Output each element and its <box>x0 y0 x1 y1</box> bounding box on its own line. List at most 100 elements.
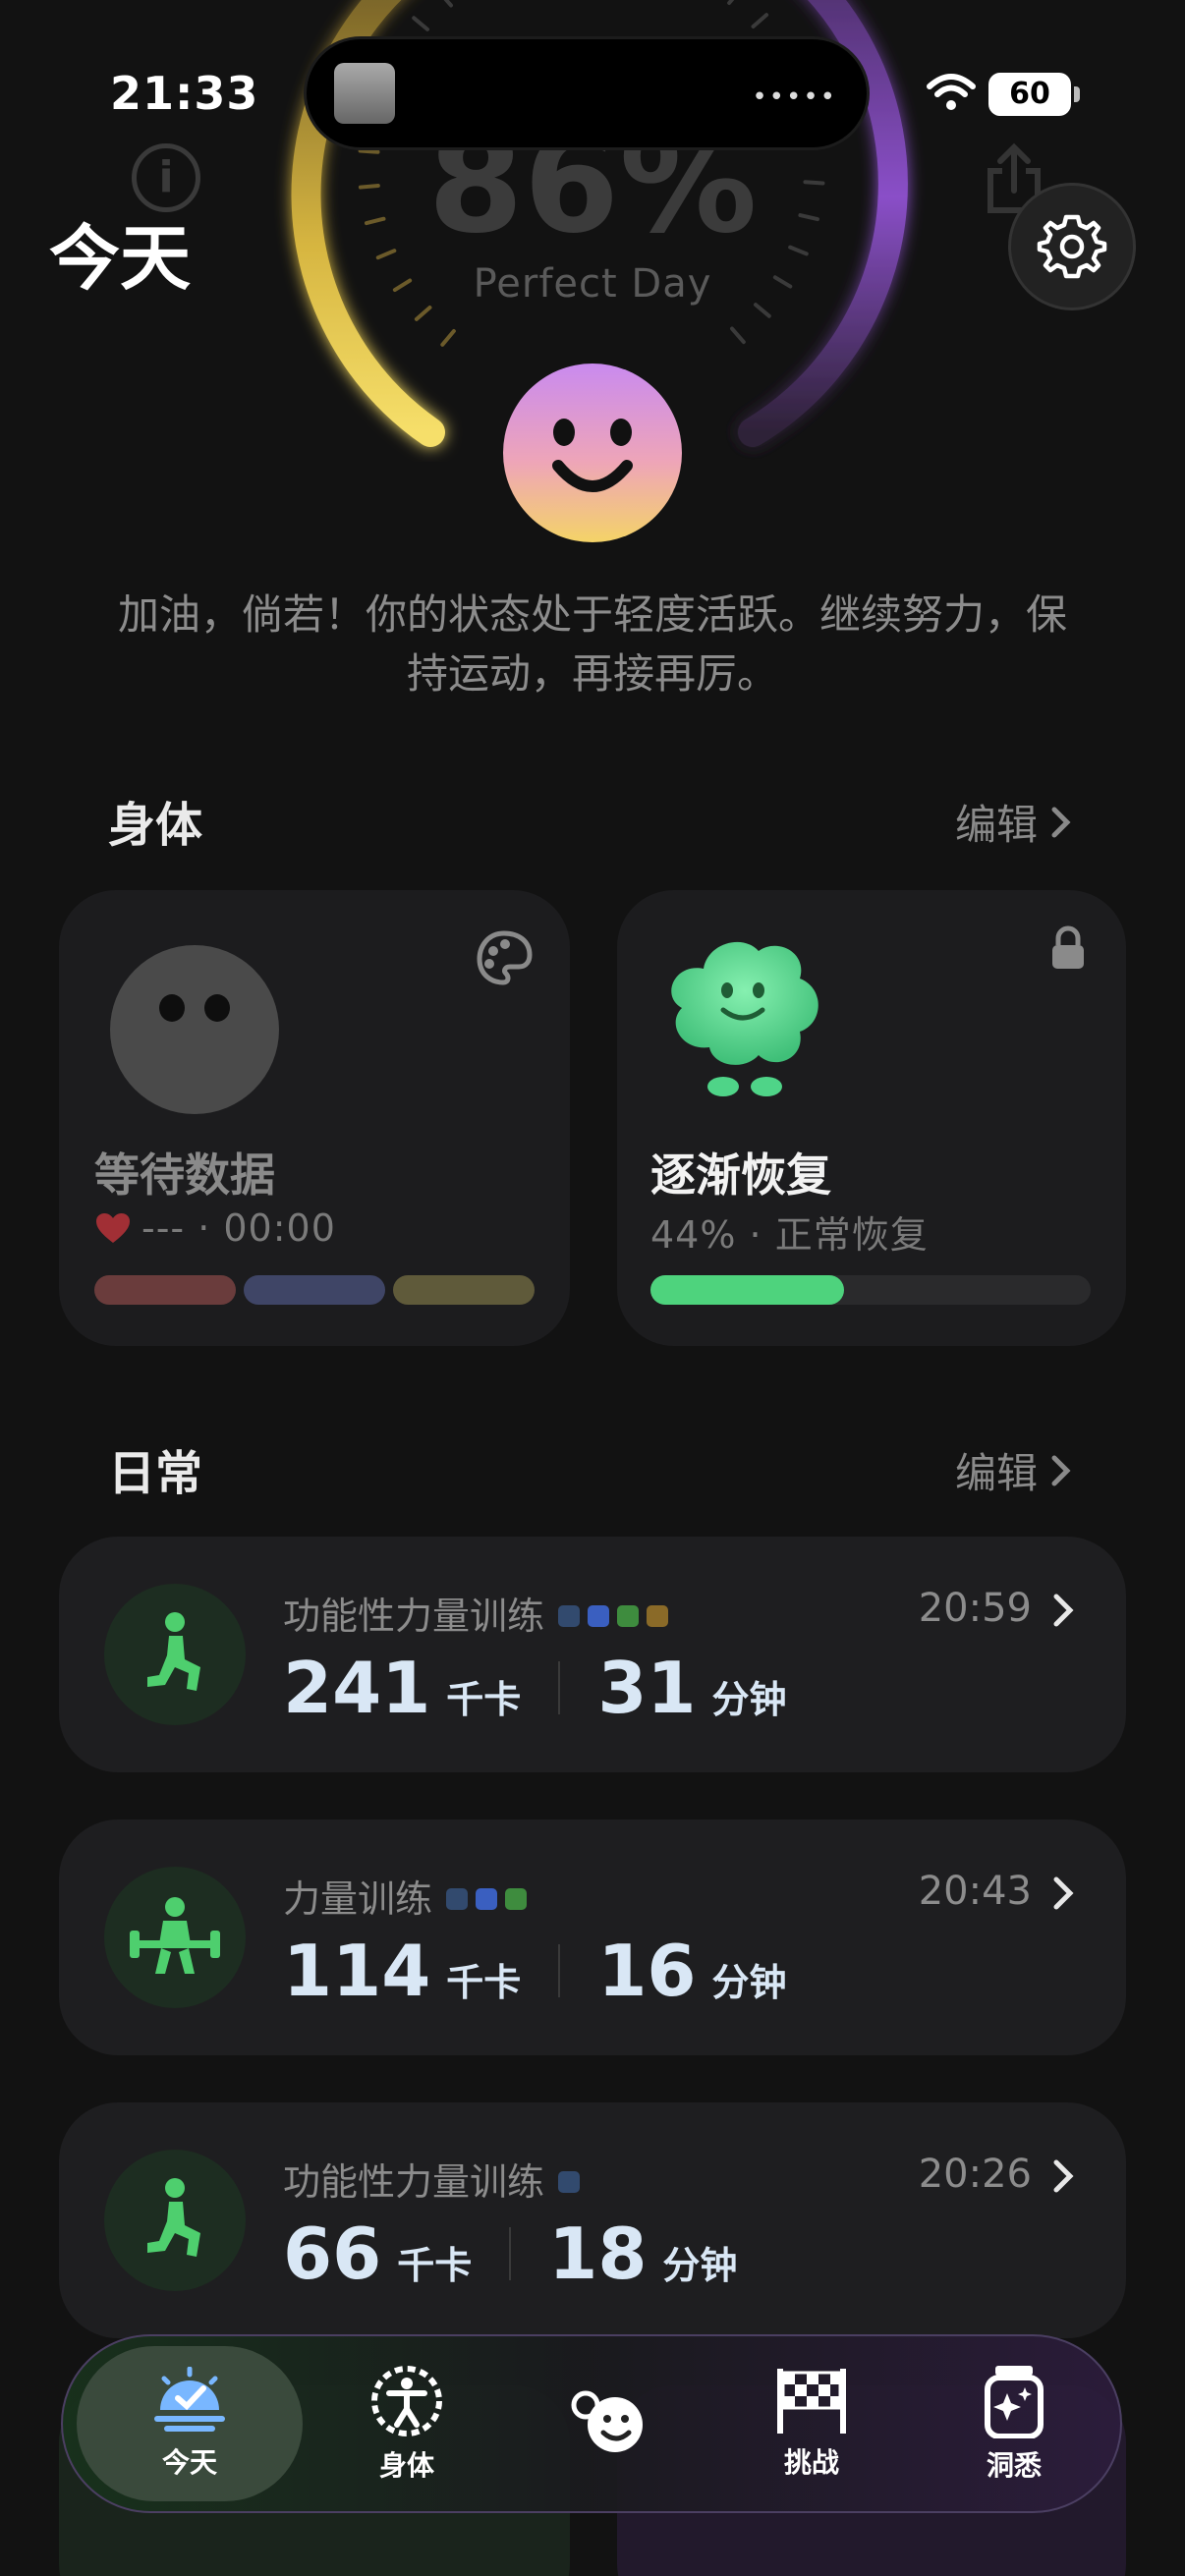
workout-tag <box>476 1887 498 1910</box>
chevron-right-icon <box>1051 807 1071 837</box>
lunge-icon <box>147 2178 200 2257</box>
gauge-tick <box>751 13 769 28</box>
daily-edit-label: 编辑 <box>955 1449 1039 1497</box>
stat-divider <box>509 2227 512 2280</box>
tab-challenge[interactable]: 挑战 <box>713 2336 910 2511</box>
gauge-tick <box>412 16 430 31</box>
status-message: 加油，倘若！你的状态处于轻度活跃。继续努力，保持运动，再接再厉。 <box>117 590 1067 698</box>
tab-insights-label: 洞悉 <box>986 2449 1042 2482</box>
workout-tags <box>558 2170 581 2193</box>
chevron-right-icon <box>1053 1594 1074 1627</box>
workout-name: 功能性力量训练 <box>283 1595 545 1638</box>
lock-icon <box>1052 925 1084 969</box>
gauge-tick <box>414 306 432 321</box>
weightlifting-icon <box>130 1897 220 1974</box>
tab-today[interactable]: 今天 <box>77 2336 303 2511</box>
tab-challenge-label: 挑战 <box>783 2446 839 2479</box>
workout-icon-badge <box>104 2150 246 2291</box>
wifi-icon <box>927 74 976 110</box>
body-edit-link[interactable]: 编辑 <box>955 792 1073 852</box>
workout-tags <box>446 1887 528 1910</box>
workout-name-line: 功能性力量训练 <box>283 2152 581 2206</box>
workout-kcal-unit: 千卡 <box>397 2244 473 2287</box>
stress-segment-1 <box>94 1275 236 1305</box>
workout-tag <box>588 1604 610 1627</box>
stress-segment-2 <box>244 1275 385 1305</box>
workout-tag <box>617 1604 640 1627</box>
mood-face-icon <box>571 2390 643 2452</box>
body-icon <box>371 2366 442 2436</box>
tab-insights[interactable]: 洞悉 <box>916 2336 1112 2511</box>
tab-today-label: 今天 <box>161 2446 217 2479</box>
battery-indicator: 60 <box>988 73 1080 116</box>
workout-tags <box>558 1604 669 1627</box>
gauge-tick <box>443 0 453 8</box>
recovery-progress-fill <box>650 1275 845 1305</box>
gear-icon <box>1037 214 1107 279</box>
workout-row[interactable]: 功能性力量训练 20:59 241 千卡 31 分钟 <box>59 1537 1126 1772</box>
body-section-title: 身体 <box>108 798 203 853</box>
happy-face-icon <box>503 364 682 542</box>
stress-segment-3 <box>393 1275 535 1305</box>
workout-name-line: 力量训练 <box>283 1869 528 1923</box>
daily-section-title: 日常 <box>108 1446 203 1501</box>
workout-tag <box>446 1887 469 1910</box>
workout-kcal: 114 <box>283 1930 431 2012</box>
gauge-tick <box>727 0 735 6</box>
workout-minutes: 18 <box>548 2212 648 2295</box>
palette-icon[interactable] <box>476 929 533 986</box>
lunge-icon <box>147 1612 200 1691</box>
page-title: 今天 <box>49 217 192 300</box>
workout-time: 20:26 <box>918 2152 1032 2197</box>
workout-kcal: 66 <box>283 2212 382 2295</box>
day-score-label: Perfect Day <box>473 261 712 307</box>
workout-icon-badge <box>104 1584 246 1725</box>
workout-name-line: 功能性力量训练 <box>283 1586 669 1640</box>
workout-minutes-unit: 分钟 <box>711 1678 787 1721</box>
workout-stats: 66 千卡 18 分钟 <box>283 2212 737 2295</box>
workout-stats: 241 千卡 31 分钟 <box>283 1647 787 1729</box>
workout-tag <box>558 1604 581 1627</box>
tab-bar: 今天 身体 挑战 洞悉 <box>61 2334 1122 2513</box>
workout-row[interactable]: 功能性力量训练 20:26 66 千卡 18 分钟 <box>59 2102 1126 2338</box>
placeholder-face-icon <box>110 945 279 1114</box>
workout-kcal: 241 <box>283 1647 431 1729</box>
stress-card-subtitle-row: --- · 00:00 <box>94 1206 336 1250</box>
now-playing-thumbnail <box>334 63 395 124</box>
gauge-tick <box>440 328 456 347</box>
workout-kcal-unit: 千卡 <box>446 1678 522 1721</box>
workout-minutes-unit: 分钟 <box>662 2244 738 2287</box>
recovery-card-title: 逐渐恢复 <box>650 1148 831 1202</box>
chevron-right-icon <box>1053 1876 1074 1910</box>
recovery-progress-bar <box>650 1275 1091 1305</box>
workout-name: 功能性力量训练 <box>283 2160 545 2204</box>
sunrise-check-icon <box>154 2367 225 2432</box>
checkered-flag-icon <box>777 2369 846 2434</box>
body-edit-label: 编辑 <box>955 801 1039 849</box>
workout-tag <box>647 1604 669 1627</box>
dynamic-island[interactable]: ••••• <box>307 39 867 147</box>
workout-time: 20:59 <box>918 1586 1032 1631</box>
settings-button[interactable] <box>1008 183 1136 310</box>
stat-divider <box>558 1944 561 1997</box>
stress-card-subtitle: --- · 00:00 <box>141 1206 336 1250</box>
tab-body-label: 身体 <box>378 2449 434 2482</box>
heart-icon <box>96 1213 130 1243</box>
workout-row[interactable]: 力量训练 20:43 114 千卡 16 分钟 <box>59 1820 1126 2055</box>
tab-mood[interactable] <box>511 2336 707 2511</box>
recovery-card-subtitle: 44% · 正常恢复 <box>650 1213 929 1257</box>
chevron-right-icon <box>1051 1455 1071 1485</box>
workout-icon-badge <box>104 1867 246 2008</box>
chevron-right-icon <box>1053 2159 1074 2193</box>
recovery-cloud-mascot-icon <box>671 941 818 1096</box>
workout-tag <box>558 2170 581 2193</box>
tab-body[interactable]: 身体 <box>309 2336 505 2511</box>
daily-edit-link[interactable]: 编辑 <box>955 1440 1073 1500</box>
workout-kcal-unit: 千卡 <box>446 1961 522 2004</box>
island-dots: ••••• <box>752 83 837 112</box>
status-time: 21:33 <box>110 67 259 120</box>
workout-stats: 114 千卡 16 分钟 <box>283 1930 787 2012</box>
gauge-tick <box>730 326 746 345</box>
sparkle-jar-icon <box>985 2366 1044 2438</box>
stat-divider <box>558 1661 561 1714</box>
